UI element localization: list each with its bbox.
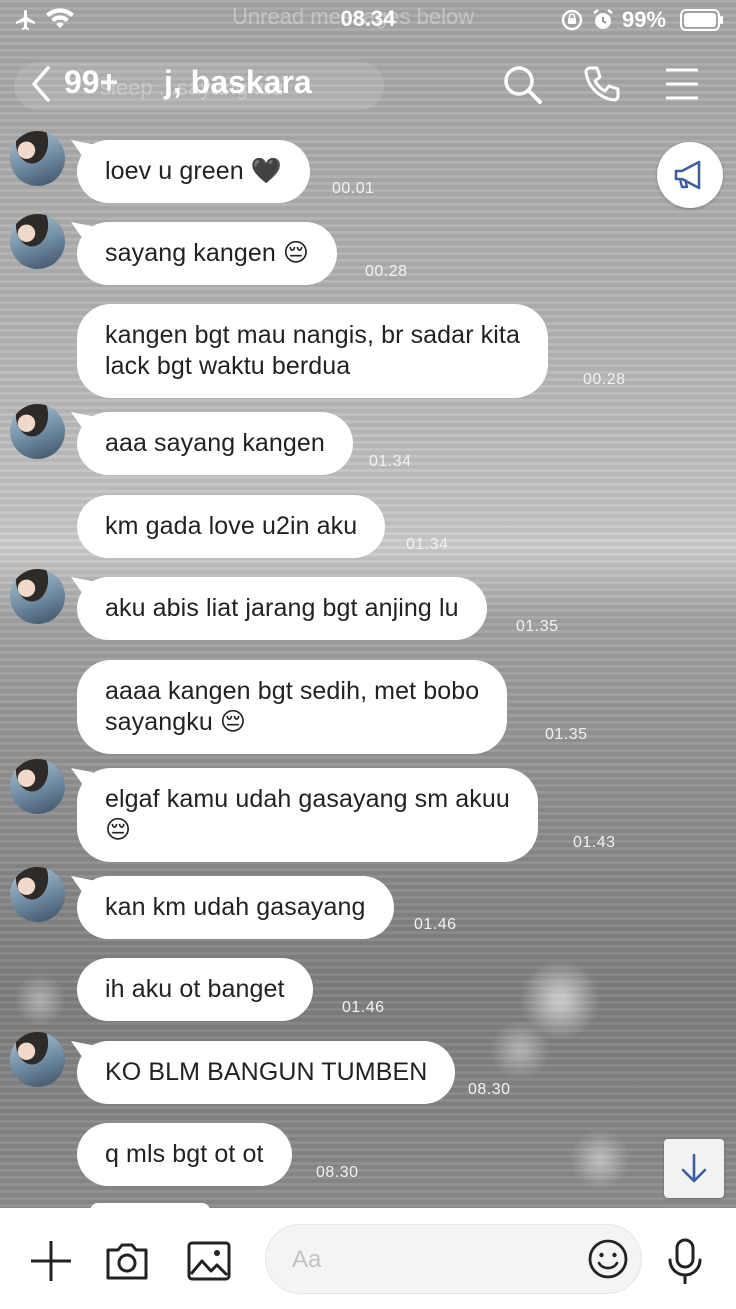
message-bubble[interactable]: kan km udah gasayang bbox=[77, 876, 394, 939]
unread-count[interactable]: 99+ bbox=[64, 64, 118, 101]
contact-avatar[interactable] bbox=[10, 759, 65, 814]
message-time: 08.30 bbox=[468, 1081, 511, 1098]
chevron-left-icon[interactable] bbox=[24, 62, 64, 106]
battery-percent: 99% bbox=[622, 7, 667, 32]
message-bubble[interactable]: ih aku ot banget bbox=[77, 958, 313, 1021]
megaphone-icon bbox=[674, 160, 701, 190]
contact-avatar[interactable] bbox=[10, 1032, 65, 1087]
message-time: 00.01 bbox=[332, 180, 375, 197]
phone-icon[interactable] bbox=[580, 62, 624, 106]
message-time: 01.43 bbox=[573, 834, 616, 851]
menu-icon[interactable] bbox=[660, 62, 704, 106]
message-bubble[interactable]: aaaa kangen bgt sedih, met bobo sayangku… bbox=[77, 660, 508, 754]
message-bubble[interactable]: loev u green 🖤 bbox=[77, 140, 311, 203]
image-icon[interactable] bbox=[186, 1238, 232, 1284]
contact-avatar[interactable] bbox=[10, 131, 65, 186]
plus-icon[interactable] bbox=[28, 1238, 74, 1284]
message-bubble[interactable]: aku abis liat jarang bgt anjing lu bbox=[77, 577, 487, 640]
contact-avatar[interactable] bbox=[10, 214, 65, 269]
alarm-icon bbox=[593, 9, 613, 29]
message-bubble[interactable]: sayang kangen 😔 bbox=[77, 222, 338, 285]
status-bar: Unread messages below 08.34 99% bbox=[0, 0, 736, 40]
chat-title[interactable]: j, baskara bbox=[164, 64, 312, 101]
message-input-box[interactable] bbox=[265, 1224, 642, 1294]
battery-icon bbox=[680, 9, 723, 31]
message-time: 08.30 bbox=[316, 1164, 359, 1181]
message-time: 01.35 bbox=[545, 726, 588, 743]
message-time: 01.35 bbox=[516, 618, 559, 635]
contact-avatar[interactable] bbox=[10, 867, 65, 922]
message-bubble[interactable]: km gada love u2in aku bbox=[77, 495, 386, 558]
message-bubble[interactable]: kangen bgt mau nangis, br sadar kita lac… bbox=[77, 304, 548, 398]
message-time: 01.34 bbox=[406, 536, 449, 553]
message-input[interactable] bbox=[292, 1243, 572, 1277]
contact-avatar[interactable] bbox=[10, 404, 65, 459]
camera-icon[interactable] bbox=[104, 1238, 150, 1284]
message-time: 01.34 bbox=[369, 453, 412, 470]
arrow-down-icon bbox=[681, 1153, 707, 1183]
search-icon[interactable] bbox=[500, 62, 544, 106]
chat-header: sleep ...sayangkuu 99+ j, baskara bbox=[0, 50, 736, 120]
message-time: 00.28 bbox=[365, 263, 408, 280]
announcement-button[interactable] bbox=[657, 142, 723, 208]
microphone-icon[interactable] bbox=[662, 1238, 708, 1284]
message-time: 01.46 bbox=[414, 916, 457, 933]
message-bubble[interactable]: elgaf kamu udah gasayang sm akuu 😔 bbox=[77, 768, 538, 862]
message-bubble[interactable]: aaa sayang kangen bbox=[77, 412, 353, 475]
contact-avatar[interactable] bbox=[10, 569, 65, 624]
message-time: 01.46 bbox=[342, 999, 385, 1016]
scroll-to-bottom-button[interactable] bbox=[664, 1139, 724, 1198]
smiley-icon[interactable] bbox=[586, 1237, 630, 1281]
rotation-lock-icon bbox=[561, 9, 583, 31]
message-bubble[interactable]: KO BLM BANGUN TUMBEN bbox=[77, 1041, 456, 1104]
composer-bar bbox=[0, 1208, 736, 1309]
message-time: 00.28 bbox=[583, 371, 626, 388]
message-bubble[interactable]: q mls bgt ot ot bbox=[77, 1123, 292, 1186]
